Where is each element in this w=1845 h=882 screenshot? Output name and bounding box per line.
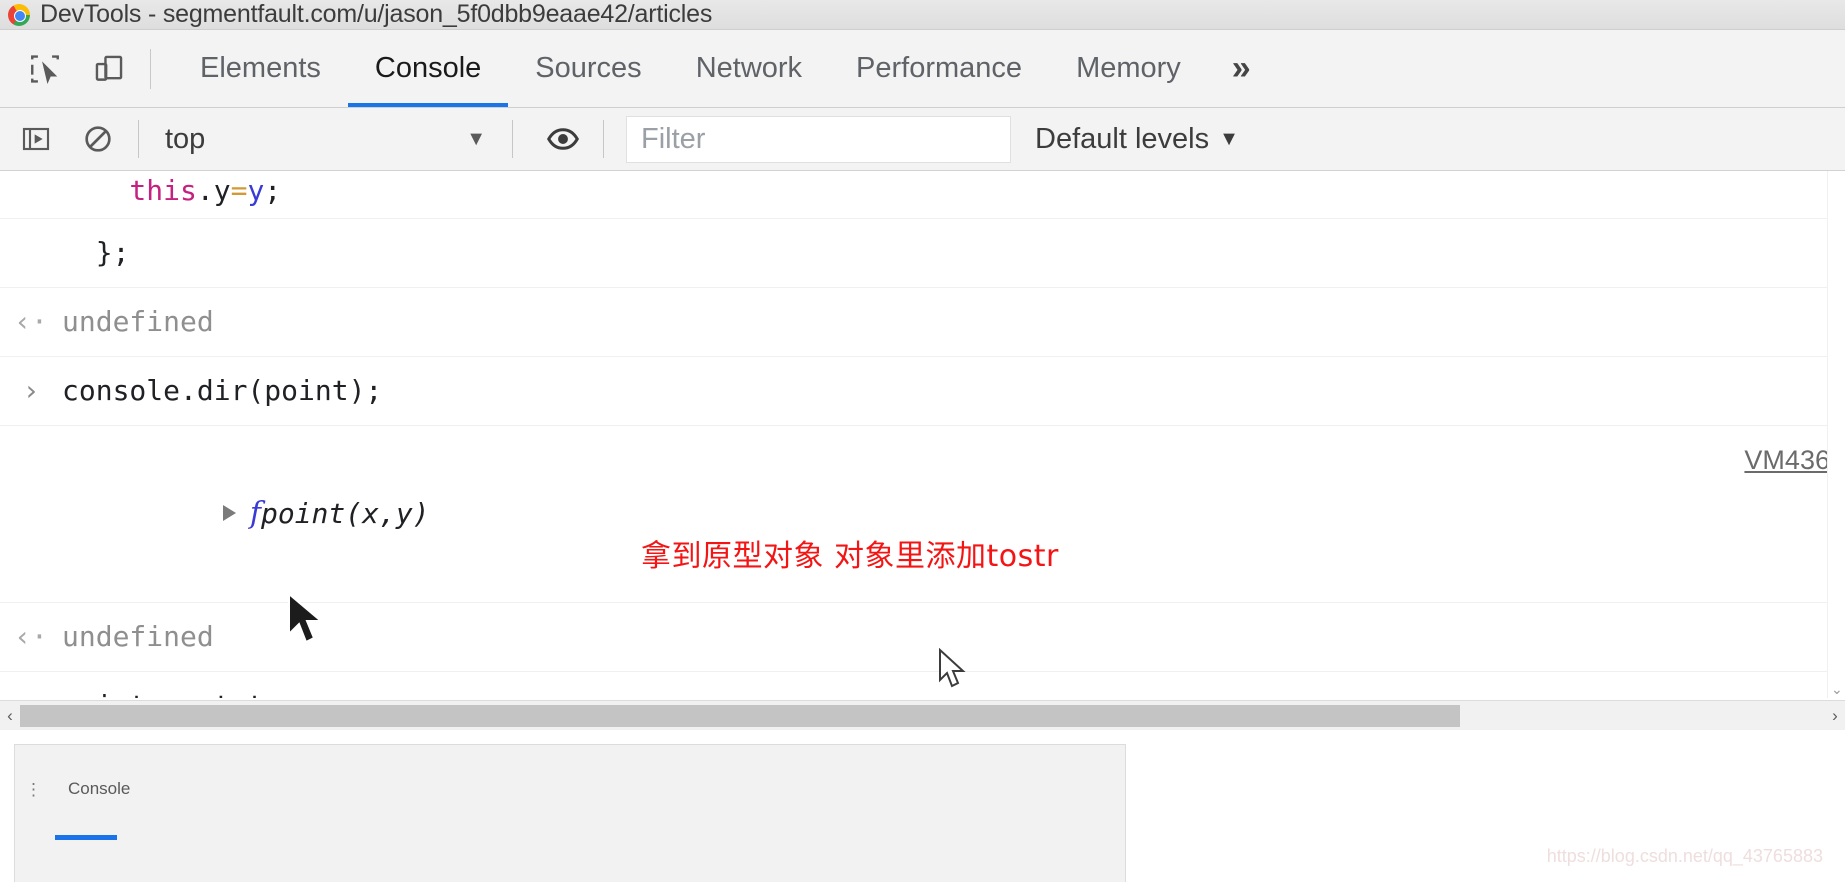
clear-console-icon[interactable] [72,113,124,165]
inspect-element-icon[interactable] [22,46,68,92]
tab-sources-label: Sources [535,52,642,84]
tab-console[interactable]: Console [347,30,509,107]
toolbar-divider-1 [138,120,139,158]
message-text: this.y=y; [62,171,1845,211]
tab-console-label: Console [374,52,482,84]
chrome-logo-icon [8,3,30,26]
drawer-active-tab-indicator [55,835,117,840]
scroll-right-arrow-icon[interactable]: › [1825,706,1845,726]
execute-snippet-icon[interactable] [10,113,62,165]
console-message-result[interactable]: ‹· undefined [0,603,1845,672]
token-value: y [247,174,265,207]
message-text: console.dir(point); [62,374,383,407]
tab-sources[interactable]: Sources [508,30,668,107]
console-message-input[interactable]: › point.prototype [0,672,1845,698]
tab-elements-label: Elements [200,52,321,84]
log-levels-label: Default levels [1035,122,1210,155]
device-toolbar-icon[interactable] [86,46,132,92]
tab-performance[interactable]: Performance [829,30,1049,107]
window-titlebar: DevTools - segmentfault.com/u/jason_5f0d… [0,0,1845,30]
console-vertical-scrollbar[interactable]: ⌄ [1827,171,1845,698]
message-gutter: ‹· [14,620,48,653]
console-message-result[interactable]: ‹· undefined [0,288,1845,357]
console-message-input-continuation[interactable]: this.y=y; [0,171,1845,219]
red-annotation-text: 拿到原型对象 对象里添加tostr [641,539,1059,574]
scrollbar-thumb[interactable] [20,704,1460,727]
tabstrip-divider [150,48,151,89]
message-gutter: › [0,679,62,698]
chevron-down-icon: ▼ [1219,127,1239,150]
window-title: DevTools - segmentfault.com/u/jason_5f0d… [40,0,713,28]
function-marker: f [249,496,261,531]
token-prop: y [213,174,231,207]
tabstrip-tabs: Elements Console Sources Network Perform… [173,30,1275,107]
token-semicolon: ; [264,174,282,207]
tab-performance-label: Performance [856,52,1023,84]
live-expression-eye-icon[interactable] [537,113,589,165]
console-filter-toolbar: top ▼ Filter Default levels ▼ [0,108,1845,171]
tab-memory[interactable]: Memory [1049,30,1208,107]
layout-gap [0,730,1845,744]
tab-elements[interactable]: Elements [173,30,348,107]
scroll-down-arrow-icon[interactable]: ⌄ [1831,682,1843,696]
disclosure-triangle-icon[interactable] [222,504,236,521]
tab-network[interactable]: Network [669,30,829,107]
tab-network-label: Network [695,52,803,84]
drawer-drag-handle-icon[interactable]: ⋮ [25,781,42,798]
devtools-window: DevTools - segmentfault.com/u/jason_5f0d… [0,0,1845,882]
more-tabs-icon[interactable]: » [1208,30,1275,107]
result-value: undefined [62,620,214,653]
execution-context-value: top [165,122,206,155]
chevron-down-icon: ▼ [466,127,486,150]
execution-context-select[interactable]: top ▼ [153,113,498,165]
result-value: undefined [62,305,214,338]
filter-input[interactable]: Filter [626,115,1011,163]
message-text: point.prototype [62,679,1845,698]
console-horizontal-scrollbar[interactable]: ‹ › [0,700,1845,730]
log-levels-select[interactable]: Default levels ▼ [1035,123,1239,156]
drawer-tab-console[interactable]: Console [56,779,142,799]
console-message-object-result[interactable]: fpoint(x,y) VM4369 [0,426,1845,603]
function-signature: point(x,y) [260,497,430,530]
tabstrip-tool-icons [0,46,132,92]
toolbar-divider-3 [603,120,604,158]
message-gutter: ‹· [14,305,48,338]
token-this: this [62,174,197,207]
token-dot: . [196,174,214,207]
scroll-left-arrow-icon[interactable]: ‹ [0,706,20,726]
scrollbar-track[interactable] [20,703,1825,729]
toolbar-divider-2 [512,120,513,158]
console-message-list[interactable]: this.y=y; }; ‹· undefined › console.dir(… [0,171,1845,698]
message-text: }; [62,236,130,269]
console-drawer: ⋮ Console [14,744,1126,882]
filter-placeholder: Filter [641,122,706,155]
console-message-input-continuation[interactable]: }; [0,219,1845,288]
drawer-tabbar: ⋮ Console [15,767,1125,811]
token-assign: = [230,174,248,207]
message-gutter: › [22,374,40,407]
devtools-tabstrip: Elements Console Sources Network Perform… [0,30,1845,108]
watermark-text: https://blog.csdn.net/qq_43765883 [1546,846,1823,866]
console-message-input[interactable]: › console.dir(point); [0,357,1845,426]
tab-memory-label: Memory [1076,52,1181,84]
